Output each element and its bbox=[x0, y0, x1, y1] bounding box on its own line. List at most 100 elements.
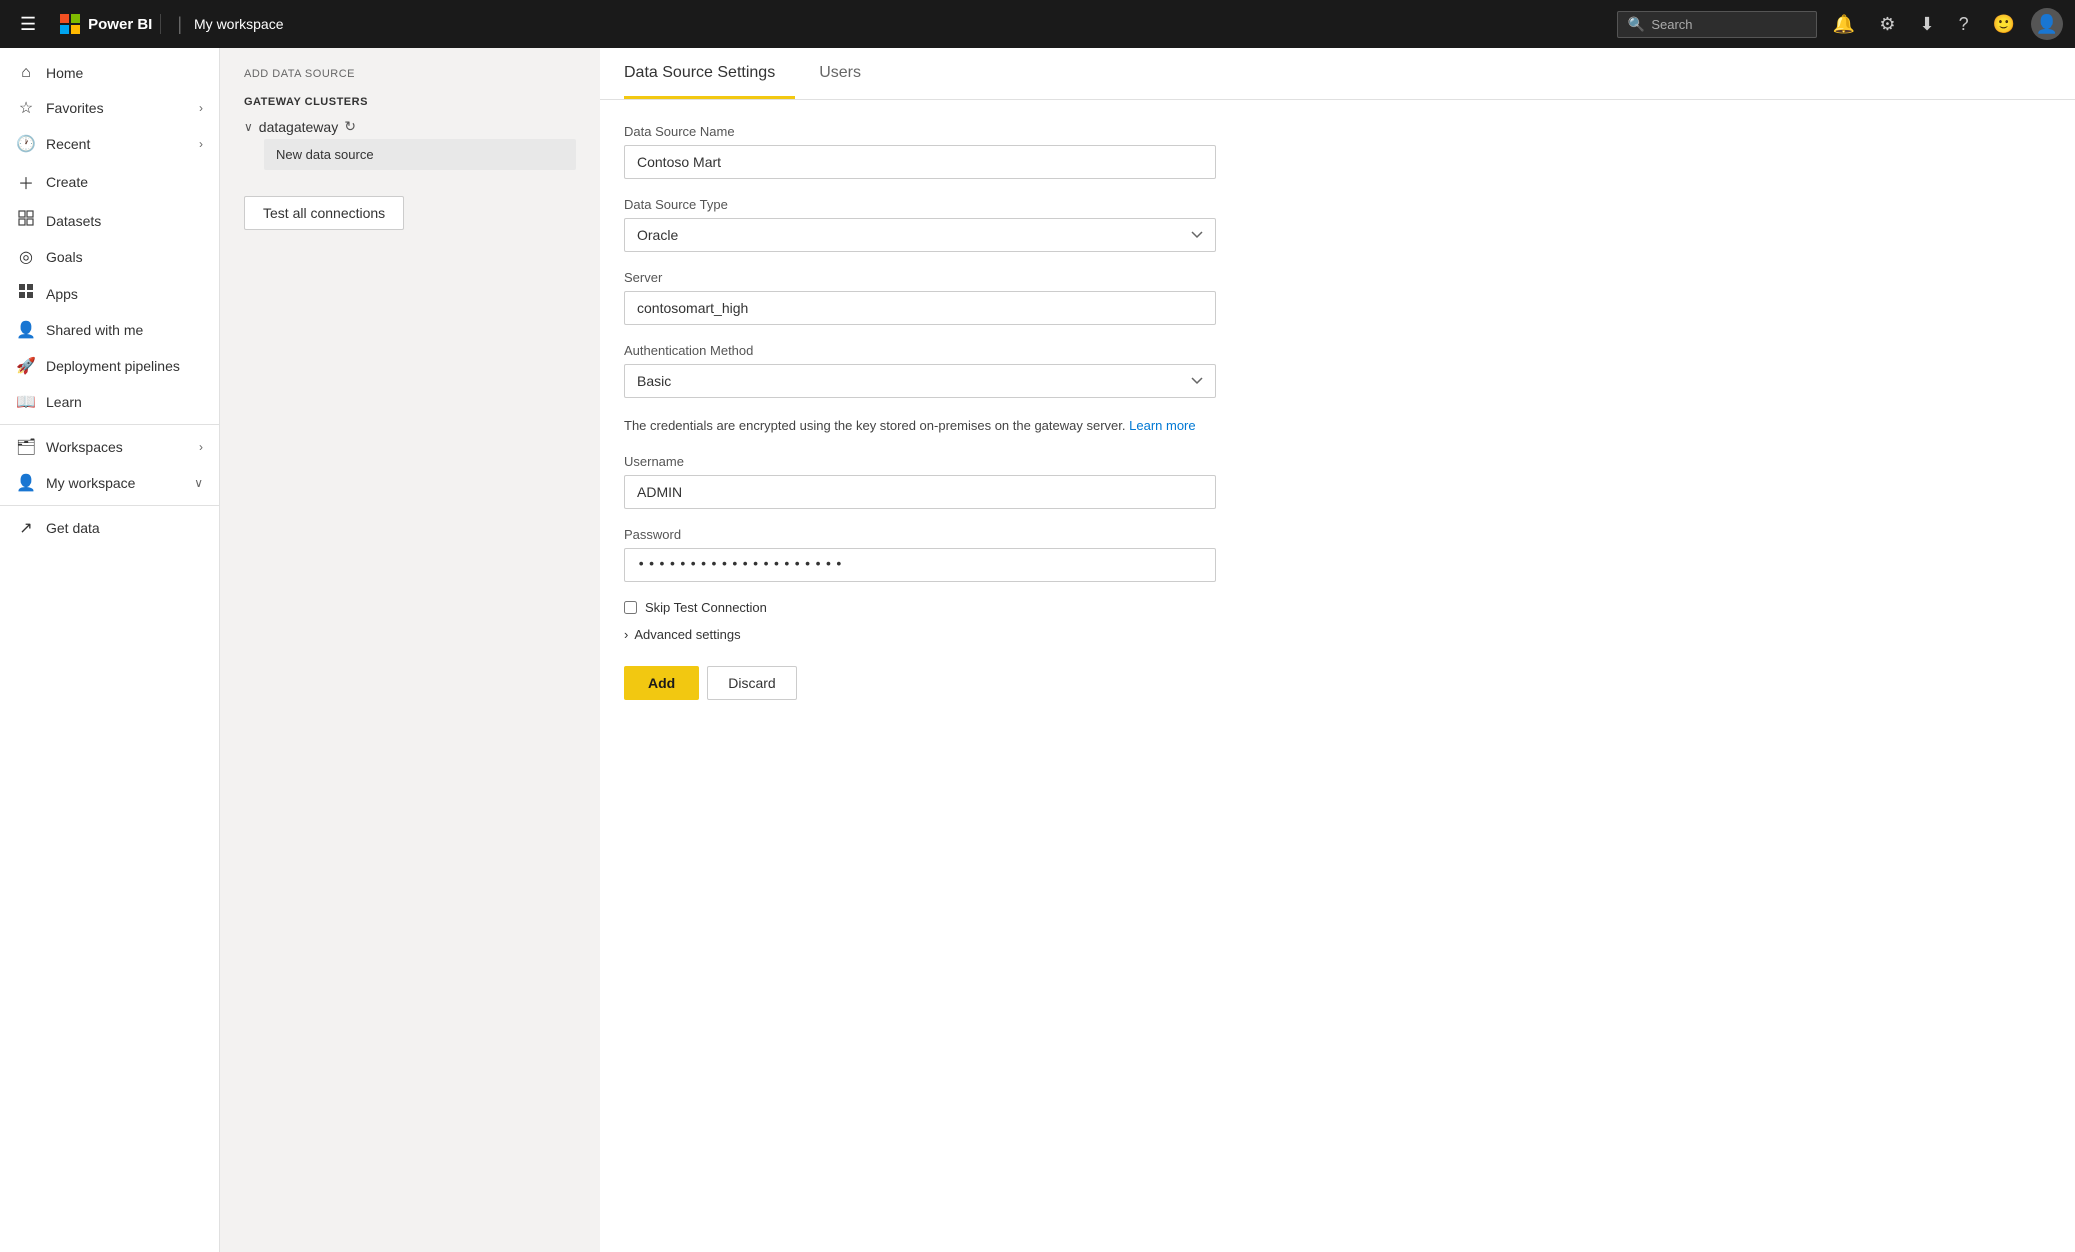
sidebar-item-label: Datasets bbox=[46, 213, 203, 229]
sidebar-item-label: Get data bbox=[46, 520, 203, 536]
deployment-icon: 🚀 bbox=[16, 356, 36, 376]
sidebar-item-learn[interactable]: 📖 Learn bbox=[0, 384, 219, 420]
learn-icon: 📖 bbox=[16, 392, 36, 412]
gateway-clusters-label: GATEWAY CLUSTERS bbox=[244, 96, 576, 108]
sidebar-item-shared[interactable]: 👤 Shared with me bbox=[0, 312, 219, 348]
sidebar-item-label: Deployment pipelines bbox=[46, 358, 203, 374]
sidebar-item-label: Create bbox=[46, 174, 203, 190]
sidebar-item-label: Learn bbox=[46, 394, 203, 410]
sidebar-item-myworkspace[interactable]: 👤 My workspace ∨ bbox=[0, 465, 219, 501]
add-datasource-label: ADD DATA SOURCE bbox=[244, 68, 576, 80]
server-label: Server bbox=[624, 270, 1216, 285]
sidebar-item-label: Favorites bbox=[46, 100, 189, 116]
sidebar-item-favorites[interactable]: ☆ Favorites › bbox=[0, 90, 219, 126]
page-content: ADD DATA SOURCE GATEWAY CLUSTERS ∨ datag… bbox=[220, 48, 2075, 1252]
avatar-icon: 👤 bbox=[2036, 14, 2058, 35]
brand-name: Power BI bbox=[88, 16, 152, 33]
tab-users[interactable]: Users bbox=[819, 48, 881, 99]
advanced-settings-row[interactable]: › Advanced settings bbox=[624, 627, 1216, 642]
sidebar-item-label: Recent bbox=[46, 136, 189, 152]
gateway-name: datagateway bbox=[259, 119, 338, 135]
skip-test-label[interactable]: Skip Test Connection bbox=[645, 600, 767, 615]
chevron-right-icon: › bbox=[199, 101, 203, 115]
search-input[interactable] bbox=[1651, 17, 1791, 32]
auth-method-group: Authentication Method Basic Windows OAut… bbox=[624, 343, 1216, 398]
plus-icon: ＋ bbox=[16, 170, 36, 194]
sidebar-item-home[interactable]: ⌂ Home bbox=[0, 56, 219, 90]
sidebar-item-label: My workspace bbox=[46, 475, 184, 491]
credentials-note: The credentials are encrypted using the … bbox=[624, 416, 1216, 436]
datasource-name-group: Data Source Name bbox=[624, 124, 1216, 179]
feedback-icon[interactable]: 🙂 bbox=[1985, 10, 2023, 39]
notifications-icon[interactable]: 🔔 bbox=[1825, 10, 1863, 39]
separator: | bbox=[177, 14, 182, 35]
username-label: Username bbox=[624, 454, 1216, 469]
username-input[interactable] bbox=[624, 475, 1216, 509]
sidebar-item-label: Goals bbox=[46, 249, 203, 265]
auth-method-select[interactable]: Basic Windows OAuth2 bbox=[624, 364, 1216, 398]
tab-datasource-settings[interactable]: Data Source Settings bbox=[624, 48, 795, 99]
add-button[interactable]: Add bbox=[624, 666, 699, 700]
password-group: Password bbox=[624, 527, 1216, 582]
hamburger-menu[interactable]: ☰ bbox=[12, 10, 44, 39]
datasource-item[interactable]: New data source bbox=[264, 139, 576, 170]
password-label: Password bbox=[624, 527, 1216, 542]
sidebar-item-recent[interactable]: 🕐 Recent › bbox=[0, 126, 219, 162]
sidebar-item-label: Shared with me bbox=[46, 322, 203, 338]
skip-test-checkbox[interactable] bbox=[624, 601, 637, 614]
password-input[interactable] bbox=[624, 548, 1216, 582]
sidebar-item-datasets[interactable]: Datasets bbox=[0, 202, 219, 239]
right-panel: Data Source Settings Users Data Source N… bbox=[600, 48, 2075, 1252]
chevron-right-icon: › bbox=[199, 440, 203, 454]
chevron-right-icon: › bbox=[199, 137, 203, 151]
app-logo: Power BI bbox=[52, 14, 161, 34]
sidebar: ⌂ Home ☆ Favorites › 🕐 Recent › ＋ Create… bbox=[0, 48, 220, 1252]
form-area: Data Source Name Data Source Type Oracle… bbox=[600, 100, 1240, 724]
myworkspace-icon: 👤 bbox=[16, 473, 36, 493]
dataset-icon bbox=[16, 210, 36, 231]
sidebar-item-getdata[interactable]: ↗ Get data bbox=[0, 510, 219, 546]
goals-icon: ◎ bbox=[16, 247, 36, 267]
sidebar-item-label: Workspaces bbox=[46, 439, 189, 455]
sidebar-item-goals[interactable]: ◎ Goals bbox=[0, 239, 219, 275]
sidebar-divider bbox=[0, 424, 219, 425]
username-group: Username bbox=[624, 454, 1216, 509]
skip-test-row: Skip Test Connection bbox=[624, 600, 1216, 615]
discard-button[interactable]: Discard bbox=[707, 666, 796, 700]
sidebar-item-create[interactable]: ＋ Create bbox=[0, 162, 219, 202]
microsoft-logo bbox=[60, 14, 80, 34]
sidebar-item-deployment[interactable]: 🚀 Deployment pipelines bbox=[0, 348, 219, 384]
datasource-type-label: Data Source Type bbox=[624, 197, 1216, 212]
chevron-down-icon[interactable]: ∨ bbox=[244, 120, 253, 134]
user-avatar[interactable]: 👤 bbox=[2031, 8, 2063, 40]
test-connections-button[interactable]: Test all connections bbox=[244, 196, 404, 230]
tabs-header: Data Source Settings Users bbox=[600, 48, 2075, 100]
datasource-name-input[interactable] bbox=[624, 145, 1216, 179]
sidebar-divider-bottom bbox=[0, 505, 219, 506]
settings-icon[interactable]: ⚙ bbox=[1871, 10, 1903, 39]
form-actions: Add Discard bbox=[624, 666, 1216, 700]
star-icon: ☆ bbox=[16, 98, 36, 118]
sidebar-item-label: Home bbox=[46, 65, 203, 81]
home-icon: ⌂ bbox=[16, 64, 36, 82]
datasource-type-select[interactable]: Oracle SQL Server Analysis Services SAP … bbox=[624, 218, 1216, 252]
datasource-type-group: Data Source Type Oracle SQL Server Analy… bbox=[624, 197, 1216, 252]
getdata-icon: ↗ bbox=[16, 518, 36, 538]
server-input[interactable] bbox=[624, 291, 1216, 325]
help-icon[interactable]: ? bbox=[1951, 10, 1977, 39]
sync-icon[interactable]: ↻ bbox=[344, 118, 356, 135]
sidebar-item-apps[interactable]: Apps bbox=[0, 275, 219, 312]
clock-icon: 🕐 bbox=[16, 134, 36, 154]
gateway-item: ∨ datagateway ↻ bbox=[244, 118, 576, 135]
chevron-right-icon: › bbox=[624, 627, 628, 642]
chevron-down-icon: ∨ bbox=[194, 476, 203, 490]
search-box[interactable]: 🔍 bbox=[1617, 11, 1817, 38]
sidebar-item-workspaces[interactable]: 🗂 Workspaces › bbox=[0, 429, 219, 465]
learn-more-link[interactable]: Learn more bbox=[1129, 418, 1195, 433]
download-icon[interactable]: ⬇ bbox=[1911, 10, 1942, 39]
server-group: Server bbox=[624, 270, 1216, 325]
datasource-name-label: Data Source Name bbox=[624, 124, 1216, 139]
advanced-settings-label: Advanced settings bbox=[634, 627, 740, 642]
left-panel: ADD DATA SOURCE GATEWAY CLUSTERS ∨ datag… bbox=[220, 48, 600, 1252]
workspaces-icon: 🗂 bbox=[16, 437, 36, 457]
